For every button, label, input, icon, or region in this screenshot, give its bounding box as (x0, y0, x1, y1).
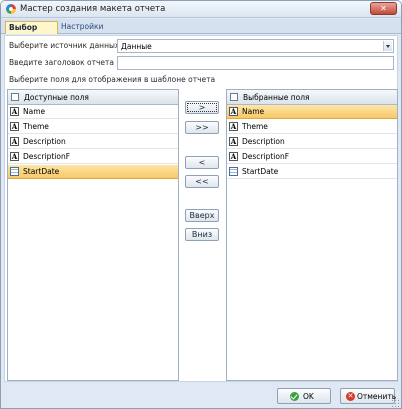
tab-content-panel: Выберите источник данных Данные Введите … (4, 35, 398, 382)
move-down-button[interactable]: Вниз (185, 228, 219, 241)
report-wizard-window: Мастер создания макета отчета ✕ Выбор по… (0, 0, 402, 409)
row-label: StartDate (242, 167, 279, 176)
text-field-icon: A (10, 137, 19, 146)
add-field-button[interactable]: > (185, 101, 219, 114)
row-label: Description (242, 137, 285, 146)
window-title: Мастер создания макета отчета (20, 4, 166, 14)
move-up-button[interactable]: Вверх (185, 209, 219, 222)
text-field-icon: A (229, 137, 238, 146)
available-row-description[interactable]: A Description (8, 135, 178, 149)
available-fields-grid[interactable]: Доступные поля A Name A Theme A Descript… (7, 89, 179, 381)
available-row-theme[interactable]: A Theme (8, 120, 178, 134)
text-field-icon: A (10, 107, 19, 116)
cancel-button[interactable]: ✕ Отменить (340, 388, 396, 404)
row-label: Theme (23, 122, 49, 131)
row-label: Theme (242, 122, 268, 131)
selected-row-name[interactable]: A Name (227, 105, 397, 119)
text-field-icon: A (229, 122, 238, 131)
row-label: Name (23, 107, 46, 116)
row-label: DescriptionF (23, 152, 71, 161)
selected-row-startdate[interactable]: StartDate (227, 165, 397, 179)
available-row-descriptionf[interactable]: A DescriptionF (8, 150, 178, 164)
row-label: Name (242, 107, 265, 116)
select-all-checkbox[interactable] (11, 93, 19, 101)
report-title-label: Введите заголовок отчета (9, 58, 114, 67)
data-source-select[interactable]: Данные (117, 39, 394, 53)
ok-label: OK (303, 392, 314, 401)
available-row-startdate[interactable]: StartDate (8, 165, 178, 179)
row-label: StartDate (23, 167, 60, 176)
text-field-icon: A (10, 122, 19, 131)
add-all-fields-button[interactable]: >> (185, 121, 219, 134)
selected-fields-grid[interactable]: Выбранные поля A Name A Theme A Descript… (226, 89, 398, 381)
available-fields-header: Доступные поля (24, 93, 89, 102)
text-field-icon: A (229, 107, 238, 116)
row-label: Description (23, 137, 66, 146)
grid-header: Доступные поля (8, 90, 178, 105)
app-logo-icon (6, 4, 16, 14)
selected-row-theme[interactable]: A Theme (227, 120, 397, 134)
selected-row-description[interactable]: A Description (227, 135, 397, 149)
grid-header: Выбранные поля (227, 90, 397, 105)
select-all-checkbox[interactable] (230, 93, 238, 101)
cancel-icon: ✕ (346, 392, 355, 401)
chevron-down-icon[interactable] (383, 41, 392, 51)
check-icon (290, 392, 299, 401)
close-button[interactable]: ✕ (370, 2, 397, 15)
tab-field-selection[interactable]: Выбор полей (5, 21, 58, 44)
title-bar: Мастер создания макета отчета ✕ (1, 1, 401, 18)
tab-settings[interactable]: Настройки (58, 21, 103, 34)
available-row-name[interactable]: A Name (8, 105, 178, 119)
tab-strip: Выбор полей Настройки (1, 19, 401, 44)
remove-all-fields-button[interactable]: << (185, 175, 219, 188)
selected-row-descriptionf[interactable]: A DescriptionF (227, 150, 397, 164)
date-field-icon (229, 167, 238, 176)
report-title-input[interactable] (117, 56, 394, 70)
data-source-value: Данные (121, 42, 152, 51)
ok-button[interactable]: OK (277, 388, 331, 404)
text-field-icon: A (229, 152, 238, 161)
remove-field-button[interactable]: < (185, 156, 219, 169)
fields-caption: Выберите поля для отображения в шаблоне … (9, 75, 216, 84)
text-field-icon: A (10, 152, 19, 161)
row-label: DescriptionF (242, 152, 290, 161)
date-field-icon (10, 167, 19, 176)
resize-grip-icon[interactable] (391, 399, 399, 407)
dialog-footer: OK ✕ Отменить (1, 384, 401, 408)
data-source-label: Выберите источник данных (9, 41, 120, 50)
selected-fields-header: Выбранные поля (243, 93, 310, 102)
